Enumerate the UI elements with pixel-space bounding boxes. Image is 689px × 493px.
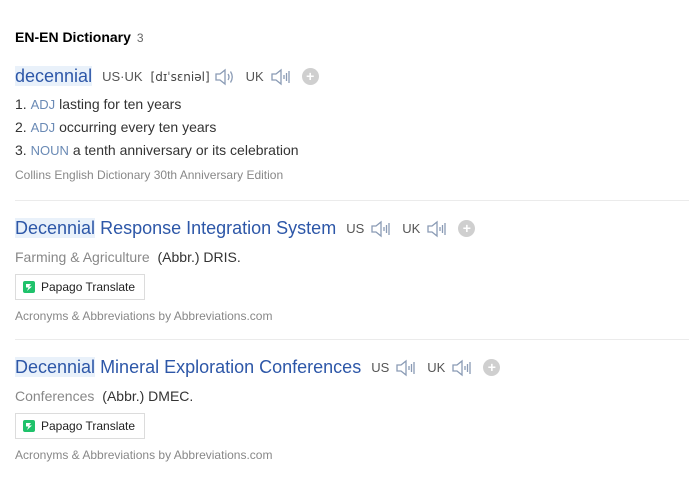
pronunciation-uk: UK: [427, 359, 473, 377]
speaker-icon[interactable]: [214, 68, 236, 86]
dictionary-source: Collins English Dictionary 30th Annivers…: [15, 168, 284, 182]
category-line: Farming & Agriculture (Abbr.) DRIS.: [15, 249, 689, 265]
dictionary-header: EN-EN Dictionary 3: [15, 29, 144, 45]
entry-word-link[interactable]: Decennial Mineral Exploration Conference…: [15, 357, 361, 378]
papago-translate-button[interactable]: Papago Translate: [15, 274, 146, 300]
speaker-icon[interactable]: [426, 220, 448, 238]
speaker-icon[interactable]: [395, 359, 417, 377]
part-of-speech: ADJ: [30, 97, 56, 112]
definition-list: 1. ADJ lasting for ten years 2. ADJ occurr…: [15, 93, 689, 162]
category-line: Conferences (Abbr.) DMEC.: [15, 388, 689, 404]
abbreviation: (Abbr.) DRIS.: [157, 249, 241, 265]
papago-translate-button[interactable]: Papago Translate: [15, 413, 146, 439]
category-label: Conferences: [15, 388, 95, 404]
entry-dris: Decennial Response Integration System US…: [15, 218, 689, 323]
definition-item: 2. ADJ occurring every ten years: [15, 119, 217, 135]
divider: [15, 339, 689, 340]
dictionary-source: Acronyms & Abbreviations by Abbreviation…: [15, 448, 273, 462]
pronunciation-us: US: [371, 359, 417, 377]
papago-logo-icon: [23, 281, 35, 293]
pronunciation-uk: UK: [402, 220, 448, 238]
add-wordbook-icon[interactable]: +: [458, 220, 476, 237]
speaker-icon[interactable]: [451, 359, 473, 377]
add-wordbook-icon[interactable]: +: [301, 68, 319, 85]
pronunciation-uk: UK: [246, 68, 292, 86]
definition-item: 3. NOUN a tenth anniversary or its celebr…: [15, 142, 299, 158]
entry-word-link[interactable]: Decennial Response Integration System: [15, 218, 336, 239]
dictionary-title: EN-EN Dictionary: [15, 29, 131, 45]
definition-item: 1. ADJ lasting for ten years: [15, 96, 182, 112]
papago-logo-icon: [23, 420, 35, 432]
pronunciation-us: US: [346, 220, 392, 238]
entry-decennial: decennial US·UK [dɪˈsɛniəl] UK + 1. ADJ l…: [15, 66, 689, 182]
result-count: 3: [136, 31, 144, 45]
speaker-icon[interactable]: [370, 220, 392, 238]
entry-word-link[interactable]: decennial: [15, 66, 93, 87]
entry-dmec: Decennial Mineral Exploration Conference…: [15, 357, 689, 462]
part-of-speech: NOUN: [30, 143, 69, 158]
category-label: Farming & Agriculture: [15, 249, 150, 265]
part-of-speech: ADJ: [30, 120, 56, 135]
add-wordbook-icon[interactable]: +: [483, 359, 501, 376]
ipa-transcription: [dɪˈsɛniəl]: [150, 69, 210, 84]
pronunciation-us-uk: US·UK [dɪˈsɛniəl]: [102, 68, 236, 86]
speaker-icon[interactable]: [270, 68, 292, 86]
dictionary-source: Acronyms & Abbreviations by Abbreviation…: [15, 309, 273, 323]
abbreviation: (Abbr.) DMEC.: [102, 388, 194, 404]
divider: [15, 200, 689, 201]
